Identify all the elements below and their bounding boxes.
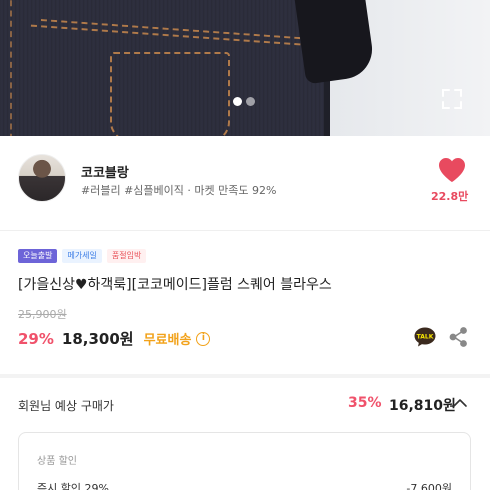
seller-row[interactable]: 코코블랑 #러블리 #심플베이직 · 마켓 만족도 92% 22.8만 (0, 140, 490, 230)
product-image[interactable] (0, 0, 490, 136)
instant-discount-amount: -7,600원 (406, 482, 452, 490)
detail-heading: 상품 할인 (37, 456, 77, 467)
discount-rate: 29% (18, 329, 54, 348)
member-price-row[interactable]: 회원님 예상 구매가 35% 16,810원 (0, 378, 490, 430)
original-price: 25,900원 (18, 308, 67, 321)
jacket-graphic (294, 0, 376, 85)
seller-avatar[interactable] (18, 154, 66, 202)
kakao-talk-icon[interactable]: TALK (414, 327, 436, 347)
kakao-talk-label: TALK (417, 333, 434, 340)
like-count: 22.8만 (431, 190, 469, 203)
pagination-dot[interactable] (246, 97, 255, 106)
instant-discount-label: 즉시 할인 29% (37, 482, 109, 490)
discount-detail-box: 상품 할인 즉시 할인 29% -7,600원 (18, 432, 471, 490)
jeans-graphic (0, 0, 330, 136)
pagination-dot-active[interactable] (233, 97, 242, 106)
badge-almost-soldout: 품절임박 (106, 249, 147, 263)
divider (0, 230, 490, 231)
product-title: [가을신상♥하객룩][코코메이드]플럼 스퀘어 블라우스 (18, 277, 332, 293)
seller-tags: #러블리 #심플베이직 · 마켓 만족도 92% (81, 184, 277, 197)
product-badges: 오늘출발 메가세일 품절임박 (18, 249, 147, 263)
sale-price: 18,300원 (61, 330, 134, 348)
badge-mega-sale: 메가세일 (62, 249, 102, 263)
member-discount-rate: 35% (348, 395, 382, 411)
price-row: 29% 18,300원 무료배송 i (18, 328, 211, 349)
info-icon[interactable]: i (196, 331, 211, 346)
expand-icon[interactable] (441, 88, 463, 110)
chevron-up-icon[interactable] (452, 395, 468, 411)
free-shipping-label: 무료배송 (143, 333, 192, 348)
member-price-label: 회원님 예상 구매가 (18, 399, 114, 413)
heart-icon[interactable] (438, 157, 466, 183)
share-icon[interactable] (448, 327, 468, 347)
member-price: 16,810원 (389, 398, 456, 414)
seller-name[interactable]: 코코블랑 (81, 162, 129, 181)
badge-today-ship: 오늘출발 (18, 249, 58, 263)
image-pagination (233, 97, 255, 106)
